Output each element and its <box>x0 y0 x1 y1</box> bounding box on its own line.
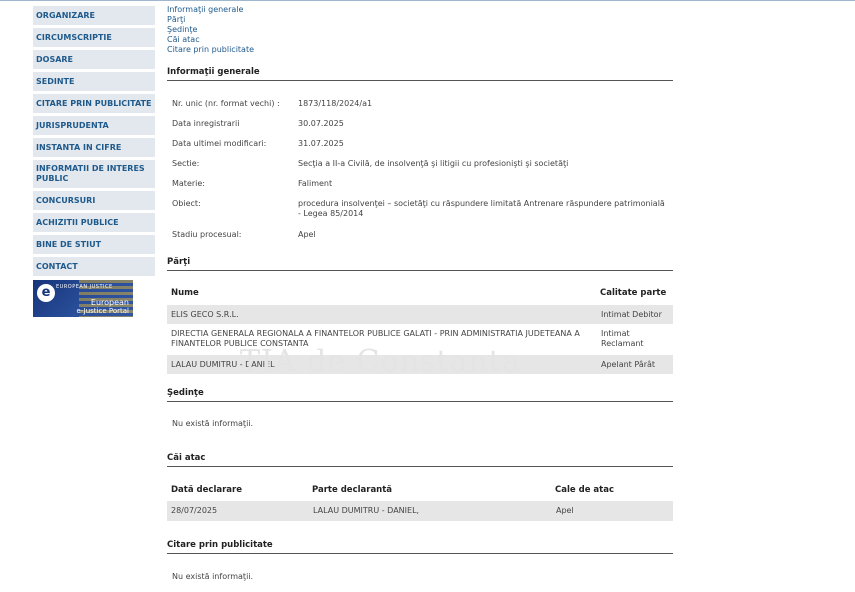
info-label: Data inregistrarii <box>172 119 240 128</box>
party-role: Apelant Pârât <box>601 360 656 369</box>
info-value: 1873/118/2024/a1 <box>298 99 373 108</box>
sidebar-item-instanta-in-cifre[interactable]: INSTANTA IN CIFRE <box>33 138 155 157</box>
table-row: 28/07/2025 LALAU DUMITRU - DANIEL, Apel <box>167 501 673 521</box>
heading-cai-atac: Căi atac <box>167 453 673 467</box>
banner-title: European <box>90 298 129 307</box>
sidebar-item-jurisprudenta[interactable]: JURISPRUDENTA <box>33 116 155 135</box>
info-value: Faliment <box>298 179 333 188</box>
info-label: Data ultimei modificari: <box>172 139 267 148</box>
sidebar-item-informatii-interes-public[interactable]: INFORMATII DE INTERES PUBLIC <box>33 160 155 188</box>
party-name: LALAU DUMITRU - DANIEL <box>171 360 275 369</box>
banner-subtitle: e-Justice Portal <box>76 307 129 315</box>
section-links: Informaţii generale Părţi Şedinţe Căi at… <box>167 5 254 55</box>
sidebar-item-organizare[interactable]: ORGANIZARE <box>33 6 155 25</box>
info-label: Stadiu procesual: <box>172 230 242 239</box>
info-label: Sectie: <box>172 159 200 168</box>
sidebar-item-sedinte[interactable]: SEDINTE <box>33 72 155 91</box>
heading-sedinte: Şedinţe <box>167 388 673 402</box>
heading-citare-prin-publicitate: Citare prin publicitate <box>167 540 673 554</box>
info-value: Secţia a II-a Civilă, de insolvenţă şi l… <box>298 159 569 168</box>
sidebar-nav: ORGANIZARE CIRCUMSCRIPTIE DOSARE SEDINTE… <box>33 6 155 317</box>
party-role: Intimat Debitor <box>601 310 662 319</box>
column-header-data-declarare: Dată declarare <box>171 485 242 495</box>
toc-link-citare[interactable]: Citare prin publicitate <box>167 45 254 55</box>
top-border <box>0 0 855 1</box>
appeal-type: Apel <box>556 506 574 515</box>
toc-link-parti[interactable]: Părţi <box>167 15 254 25</box>
column-header-cale-de-atac: Cale de atac <box>555 485 614 495</box>
heading-informatii-generale: Informaţii generale <box>167 67 673 81</box>
ejustice-portal-banner[interactable]: e EUROPEAN JUSTICE European e-Justice Po… <box>33 280 133 317</box>
sidebar-item-concursuri[interactable]: CONCURSURI <box>33 191 155 210</box>
party-name: ELIS GECO S.R.L. <box>171 310 239 319</box>
column-header-nume: Nume <box>171 288 199 298</box>
sidebar-item-dosare[interactable]: DOSARE <box>33 50 155 69</box>
sidebar-item-contact[interactable]: CONTACT <box>33 257 155 276</box>
toc-link-informatii-generale[interactable]: Informaţii generale <box>167 5 254 15</box>
toc-link-cai-atac[interactable]: Căi atac <box>167 35 254 45</box>
sidebar-item-achizitii-publice[interactable]: ACHIZITII PUBLICE <box>33 213 155 232</box>
info-value: 31.07.2025 <box>298 139 344 148</box>
sidebar-item-citare[interactable]: CITARE PRIN PUBLICITATE <box>33 94 155 113</box>
cai-atac-table-header: Dată declarare Parte declarantă Cale de … <box>167 485 673 497</box>
appeal-date: 28/07/2025 <box>171 506 218 515</box>
party-name: DIRECTIA GENERALA REGIONALA A FINANTELOR… <box>171 329 580 348</box>
parti-table-header: Nume Calitate parte <box>167 288 673 300</box>
citare-empty-message: Nu există informaţii. <box>172 572 254 581</box>
party-role: Intimat Reclamant <box>601 329 644 348</box>
heading-parti: Părţi <box>167 257 673 271</box>
info-label: Nr. unic (nr. format vechi) : <box>172 99 280 108</box>
info-value: 30.07.2025 <box>298 119 344 128</box>
appeal-party: LALAU DUMITRU - DANIEL, <box>313 506 420 515</box>
info-label: Obiect: <box>172 199 201 208</box>
ejustice-logo-icon: e <box>37 284 55 302</box>
info-value: procedura insolvenţei – societăţi cu răs… <box>298 199 665 218</box>
sedinte-empty-message: Nu există informaţii. <box>172 419 254 428</box>
column-header-calitate: Calitate parte <box>600 288 667 298</box>
toc-link-sedinte[interactable]: Şedinţe <box>167 25 254 35</box>
sidebar-item-circumscriptie[interactable]: CIRCUMSCRIPTIE <box>33 28 155 47</box>
table-row: ELIS GECO S.R.L. Intimat Debitor <box>167 305 673 324</box>
info-label: Materie: <box>172 179 205 188</box>
sidebar-item-bine-de-stiut[interactable]: BINE DE STIUT <box>33 235 155 254</box>
table-row: LALAU DUMITRU - DANIEL Apelant Pârât <box>167 355 673 374</box>
banner-top-text: EUROPEAN JUSTICE <box>56 284 113 290</box>
info-value: Apel <box>298 230 316 239</box>
column-header-parte-declaranta: Parte declarantă <box>312 485 393 495</box>
table-row: DIRECTIA GENERALA REGIONALA A FINANTELOR… <box>167 325 673 353</box>
